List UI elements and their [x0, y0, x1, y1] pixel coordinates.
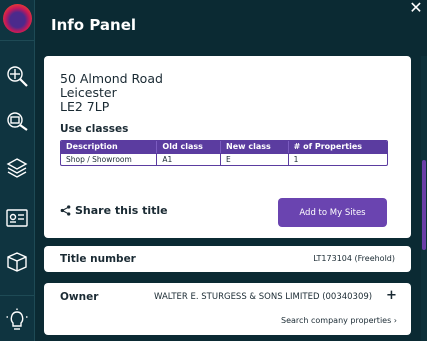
table-cell: E [220, 154, 288, 165]
add-to-my-sites-button[interactable]: Add to My Sites [278, 198, 387, 227]
use-classes-table: Description Old class New class # of Pro… [60, 140, 388, 166]
owner-label: Owner [60, 291, 99, 303]
sidebar-rail [0, 0, 35, 341]
table-cell: Shop / Showroom [66, 155, 132, 164]
panel-title: Info Panel [51, 16, 137, 34]
share-title-label: Share this title [75, 204, 168, 217]
property-card: 50 Almond Road Leicester LE2 7LP Use cla… [44, 56, 411, 238]
address-line-3: LE2 7LP [60, 99, 110, 114]
measure-search-icon[interactable] [5, 108, 29, 132]
table-cell: A1 [156, 154, 220, 165]
title-number-card: Title number LT173104 (Freehold) [44, 246, 411, 272]
title-number-label: Title number [60, 253, 136, 265]
address-line-2: Leicester [60, 85, 117, 100]
search-magnify-icon[interactable] [5, 64, 29, 88]
owner-value: WALTER E. STURGESS & SONS LIMITED (00340… [154, 292, 373, 302]
layers-icon[interactable] [5, 156, 29, 180]
search-company-properties-link[interactable]: Search company properties › [281, 316, 397, 325]
map-3d-icon[interactable] [5, 250, 29, 274]
table-row: Shop / Showroom A1 E 1 [61, 153, 387, 165]
share-icon [60, 205, 71, 216]
share-title-button[interactable]: Share this title [60, 204, 168, 217]
title-number-value: LT173104 (Freehold) [313, 254, 395, 263]
id-card-icon[interactable] [5, 206, 29, 230]
table-cell: 1 [287, 154, 387, 165]
owner-card: Owner WALTER E. STURGESS & SONS LIMITED … [44, 283, 411, 335]
rail-divider [0, 40, 35, 41]
column-header: New class [220, 141, 288, 153]
column-header: # of Properties [287, 141, 387, 153]
rail-divider [0, 295, 35, 296]
use-classes-title: Use classes [60, 123, 129, 135]
address-line-1: 50 Almond Road [60, 71, 163, 86]
column-header: Old class [156, 141, 220, 153]
close-icon[interactable]: ✕ [408, 0, 424, 16]
lightbulb-icon[interactable] [5, 308, 29, 332]
column-header: Description [66, 142, 118, 151]
property-address: 50 Almond Road Leicester LE2 7LP [60, 72, 163, 114]
app-logo[interactable] [3, 4, 32, 33]
table-header-row: Description Old class New class # of Pro… [61, 141, 387, 153]
scrollbar-thumb[interactable] [422, 160, 426, 250]
expand-owner-button[interactable]: + [386, 288, 397, 303]
